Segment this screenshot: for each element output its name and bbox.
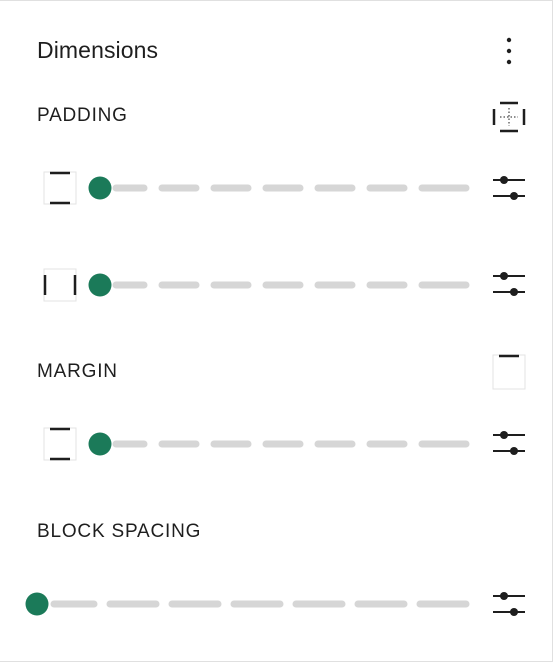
unlink-sides-button[interactable] — [489, 97, 529, 137]
margin-vertical-slider[interactable] — [86, 429, 470, 459]
padding-horizontal-slider[interactable] — [86, 270, 470, 300]
settings-sliders-icon — [493, 431, 525, 455]
unlink-sides-icon — [492, 101, 526, 133]
padding-vertical-slider[interactable] — [86, 173, 470, 203]
more-options-button[interactable] — [494, 31, 524, 71]
margin-label: MARGIN — [37, 361, 118, 382]
link-sides-button[interactable] — [489, 352, 529, 392]
slider-thumb — [88, 432, 112, 456]
block-spacing-options-button[interactable] — [490, 584, 530, 624]
link-sides-icon — [492, 354, 526, 390]
horizontal-sides-icon — [43, 268, 77, 302]
margin-vertical-options-button[interactable] — [490, 423, 530, 463]
dimensions-panel: Dimensions PADDING MARGIN BLOCK SPACING — [0, 0, 553, 662]
slider-thumb — [88, 273, 112, 297]
panel-title: Dimensions — [37, 37, 159, 63]
vertical-sides-icon — [43, 171, 77, 205]
block-spacing-label: BLOCK SPACING — [37, 521, 202, 542]
padding-vertical-options-button[interactable] — [490, 168, 530, 208]
slider-thumb — [88, 176, 112, 200]
padding-label: PADDING — [37, 105, 128, 126]
settings-sliders-icon — [493, 272, 525, 296]
vertical-sides-icon — [43, 427, 77, 461]
padding-horizontal-options-button[interactable] — [490, 264, 530, 304]
block-spacing-slider[interactable] — [22, 589, 470, 619]
settings-sliders-icon — [493, 592, 525, 616]
slider-thumb — [25, 592, 49, 616]
settings-sliders-icon — [493, 176, 525, 200]
vertical-ellipsis-icon — [506, 37, 512, 65]
